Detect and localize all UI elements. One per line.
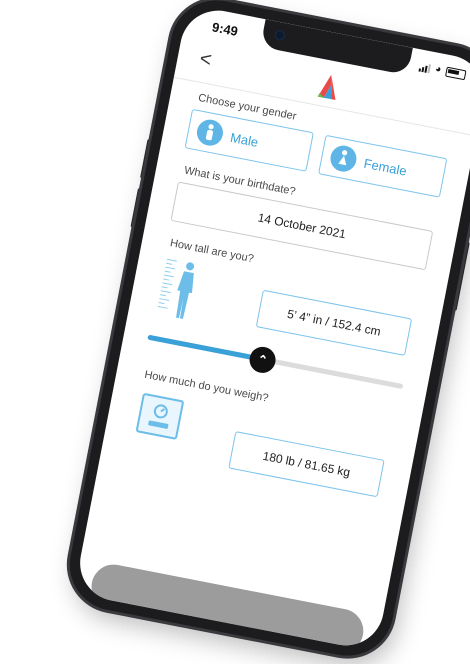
slider-fill — [147, 334, 264, 362]
app-logo — [317, 74, 336, 101]
gender-female-label: Female — [362, 155, 409, 179]
gender-male-label: Male — [229, 129, 260, 150]
phone-device: 9:49 ◕ < Choose your gender Male Female … — [61, 0, 470, 664]
phone-screen: 9:49 ◕ < Choose your gender Male Female … — [73, 4, 470, 652]
chevron-up-icon: ⌃ — [256, 352, 269, 368]
battery-icon — [444, 66, 467, 81]
scale-icon — [135, 392, 185, 440]
female-icon — [328, 143, 359, 174]
camera-icon — [273, 29, 286, 42]
wifi-icon: ◕ — [434, 63, 443, 76]
height-value[interactable]: 5’ 4” in / 152.4 cm — [255, 289, 413, 356]
back-button[interactable]: < — [198, 48, 214, 73]
scene: 9:49 ◕ < Choose your gender Male Female … — [0, 0, 470, 664]
weight-section: 180 lb / 81.65 kg — [123, 386, 393, 514]
signal-icon — [418, 62, 432, 73]
weight-value[interactable]: 180 lb / 81.65 kg — [228, 431, 385, 498]
slider-thumb[interactable]: ⌃ — [247, 344, 278, 376]
status-icons: ◕ — [418, 62, 467, 81]
height-section: 5’ 4” in / 152.4 cm ⌃ — [147, 254, 419, 392]
status-time: 9:49 — [210, 19, 240, 39]
profile-form: Choose your gender Male Female What is y… — [74, 77, 470, 652]
male-icon — [194, 117, 226, 148]
